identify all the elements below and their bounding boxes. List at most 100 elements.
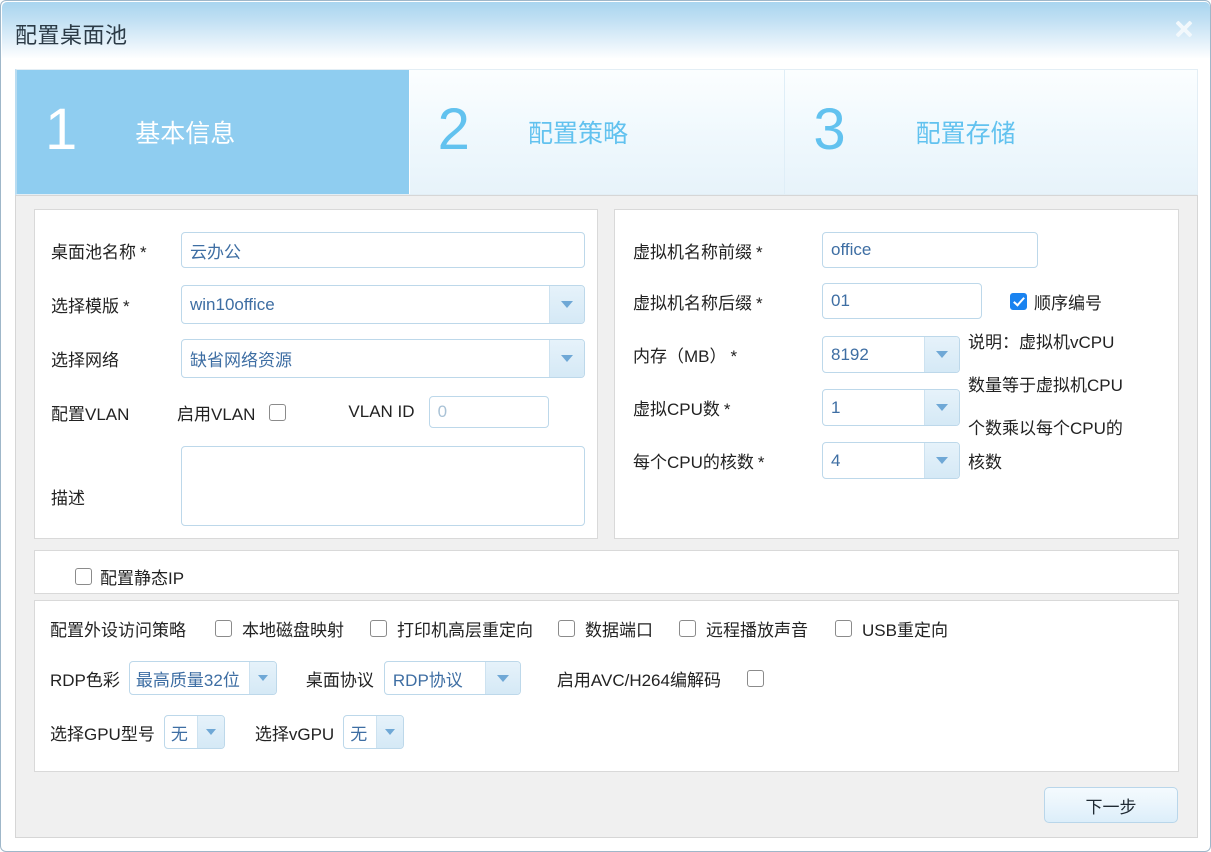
close-icon[interactable]: [1172, 16, 1196, 40]
template-required: *: [123, 297, 130, 316]
vcpu-select-value: 1: [823, 390, 924, 425]
avc-h264-checkbox[interactable]: [747, 670, 764, 687]
vm-name-prefix-input[interactable]: [822, 232, 1038, 268]
vcpu-required: *: [724, 400, 731, 419]
chevron-down-icon[interactable]: [549, 340, 584, 377]
printer-high-level-redirect-label: 打印机高层重定向: [397, 616, 533, 641]
step-1-number: 1: [45, 101, 77, 159]
chevron-down-icon[interactable]: [197, 716, 224, 748]
rdp-color-select[interactable]: 最高质量32位: [129, 661, 277, 695]
gpu-model-select-value: 无: [165, 716, 197, 748]
pool-name-label: 桌面池名称: [51, 243, 136, 262]
field-vlan: 配置VLAN 启用VLAN VLAN ID: [51, 396, 549, 428]
vlan-id-input[interactable]: [429, 396, 549, 428]
cores-per-cpu-label: 每个CPU的核数: [633, 453, 754, 472]
desktop-protocol-label: 桌面协议: [306, 666, 374, 691]
usb-redirect-checkbox[interactable]: [835, 620, 852, 637]
vm-name-suffix-label: 虚拟机名称后缀: [633, 294, 752, 313]
step-3-configure-storage[interactable]: 3 配置存储: [784, 70, 1197, 194]
field-vm-name-suffix: 虚拟机名称后缀* 顺序编号: [633, 283, 1102, 319]
template-select-value: win10office: [182, 286, 549, 323]
static-ip-checkbox[interactable]: [75, 568, 92, 585]
data-port-checkbox[interactable]: [558, 620, 575, 637]
vm-name-suffix-required: *: [756, 294, 763, 313]
remote-audio-playback-checkbox[interactable]: [679, 620, 696, 637]
vgpu-label: 选择vGPU: [255, 720, 334, 745]
field-network: 选择网络 缺省网络资源: [51, 339, 585, 378]
local-disk-mapping-label: 本地磁盘映射: [242, 616, 344, 641]
memory-required: *: [731, 347, 738, 366]
vm-name-prefix-required: *: [756, 243, 763, 262]
field-vcpu: 虚拟CPU数* 1: [633, 389, 960, 426]
field-memory: 内存（MB）* 8192: [633, 336, 960, 373]
cores-per-cpu-select[interactable]: 4: [822, 442, 960, 479]
vm-name-suffix-input[interactable]: [822, 283, 982, 319]
vcpu-select[interactable]: 1: [822, 389, 960, 426]
enable-vlan-checkbox[interactable]: [269, 404, 286, 421]
sequential-numbering-checkbox[interactable]: [1010, 293, 1027, 310]
description-textarea[interactable]: [181, 446, 585, 526]
data-port-label: 数据端口: [585, 616, 653, 641]
vm-info-panel: 虚拟机名称前缀* 虚拟机名称后缀* 顺序编号 内存（MB）* 8192: [614, 209, 1179, 539]
gpu-options-row: 选择GPU型号 无 选择vGPU 无: [50, 715, 404, 749]
field-vm-name-prefix: 虚拟机名称前缀*: [633, 232, 1038, 268]
peripheral-policy-panel: 配置外设访问策略 本地磁盘映射 打印机高层重定向 数据端口 远程播放声音 USB…: [34, 600, 1179, 772]
field-cores-per-cpu: 每个CPU的核数* 4: [633, 442, 960, 479]
dialog-titlebar: 配置桌面池: [2, 2, 1210, 58]
vcpu-label: 虚拟CPU数: [633, 400, 720, 419]
gpu-model-select[interactable]: 无: [164, 715, 225, 749]
configure-desktop-pool-dialog: 配置桌面池 1 基本信息 2 配置策略 3 配置存储 桌面池名称*: [0, 0, 1211, 852]
dialog-body: 桌面池名称* 选择模版* win10office 选择网络 缺省网络资源: [15, 195, 1198, 838]
step-2-configure-policy[interactable]: 2 配置策略: [409, 70, 785, 194]
protocol-options-row: RDP色彩 最高质量32位 桌面协议 RDP协议 启用AVC/H264编解码: [50, 661, 764, 695]
field-pool-name: 桌面池名称*: [51, 232, 585, 268]
sequential-numbering-label: 顺序编号: [1034, 289, 1102, 314]
chevron-down-icon[interactable]: [376, 716, 403, 748]
desktop-protocol-select[interactable]: RDP协议: [384, 661, 521, 695]
vlan-label: 配置VLAN: [51, 400, 177, 425]
step-2-label: 配置策略: [528, 114, 628, 150]
network-select-value: 缺省网络资源: [182, 340, 549, 377]
step-1-label: 基本信息: [135, 114, 235, 150]
pool-name-input[interactable]: [181, 232, 585, 268]
avc-h264-label: 启用AVC/H264编解码: [557, 666, 721, 691]
network-select[interactable]: 缺省网络资源: [181, 339, 585, 378]
template-select[interactable]: win10office: [181, 285, 585, 324]
printer-high-level-redirect-checkbox[interactable]: [370, 620, 387, 637]
gpu-model-label: 选择GPU型号: [50, 720, 155, 745]
vgpu-select[interactable]: 无: [343, 715, 404, 749]
memory-select[interactable]: 8192: [822, 336, 960, 373]
memory-label: 内存（MB）: [633, 347, 727, 366]
enable-vlan-label: 启用VLAN: [177, 400, 255, 425]
chevron-down-icon[interactable]: [549, 286, 584, 323]
rdp-color-label: RDP色彩: [50, 666, 120, 691]
basic-info-panel: 桌面池名称* 选择模版* win10office 选择网络 缺省网络资源: [34, 209, 598, 539]
dialog-title: 配置桌面池: [15, 18, 128, 50]
local-disk-mapping-checkbox[interactable]: [215, 620, 232, 637]
vcpu-note-line-1: 说明：虚拟机vCPU: [968, 330, 1114, 356]
step-1-basic-info[interactable]: 1 基本信息: [17, 70, 409, 194]
step-2-number: 2: [438, 101, 470, 159]
description-label: 描述: [51, 446, 173, 509]
desktop-protocol-select-value: RDP协议: [385, 662, 485, 694]
cores-per-cpu-select-value: 4: [823, 443, 924, 478]
field-template: 选择模版* win10office: [51, 285, 585, 324]
rdp-color-select-value: 最高质量32位: [130, 662, 249, 694]
static-ip-label: 配置静态IP: [100, 564, 184, 589]
vm-name-prefix-label: 虚拟机名称前缀: [633, 243, 752, 262]
chevron-down-icon[interactable]: [249, 662, 276, 694]
vcpu-note-line-2: 数量等于虚拟机CPU: [968, 373, 1123, 399]
vcpu-note-line-3: 个数乘以每个CPU的: [968, 416, 1123, 442]
chevron-down-icon[interactable]: [924, 337, 959, 372]
peripheral-policy-title: 配置外设访问策略: [50, 616, 186, 641]
step-3-number: 3: [813, 101, 845, 159]
chevron-down-icon[interactable]: [924, 443, 959, 478]
chevron-down-icon[interactable]: [924, 390, 959, 425]
step-3-label: 配置存储: [916, 114, 1016, 150]
remote-audio-playback-label: 远程播放声音: [706, 616, 808, 641]
pool-name-required: *: [140, 243, 147, 262]
vlan-id-label: VLAN ID: [348, 402, 414, 422]
vcpu-note-line-4: 核数: [968, 450, 1002, 476]
chevron-down-icon[interactable]: [485, 662, 520, 694]
next-step-button[interactable]: 下一步: [1044, 787, 1178, 823]
